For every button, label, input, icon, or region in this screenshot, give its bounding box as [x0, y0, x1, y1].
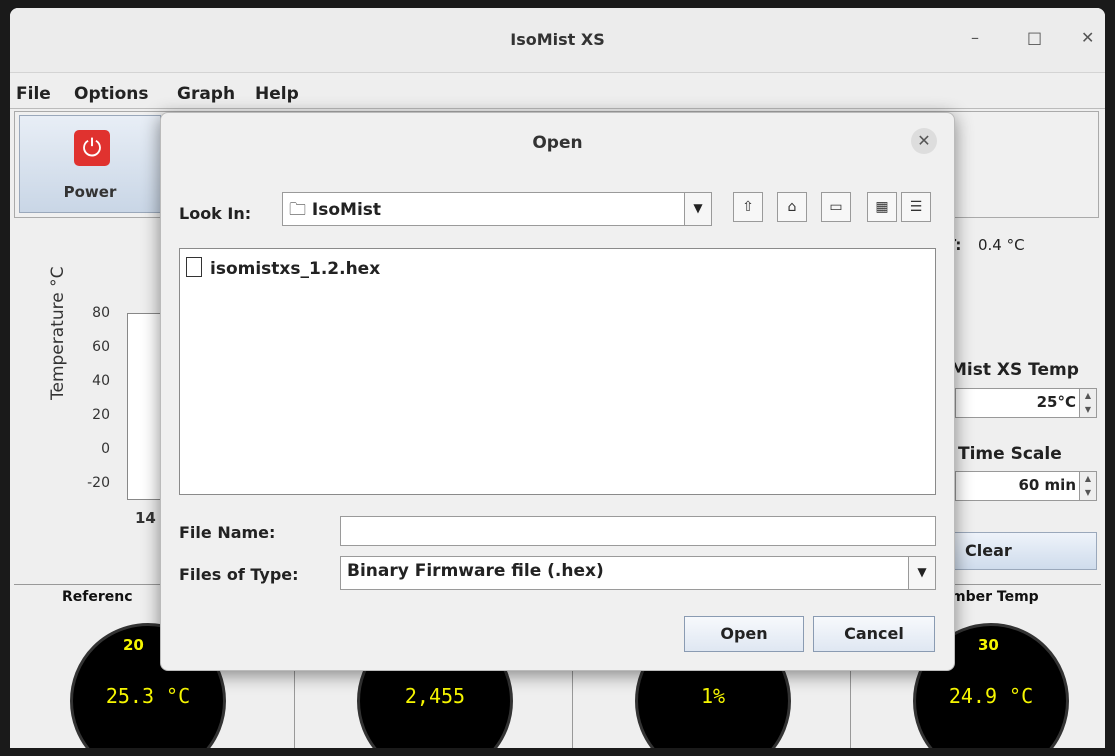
- files-of-type-label: Files of Type:: [179, 565, 299, 584]
- dialog-close-icon[interactable]: ✕: [911, 128, 937, 154]
- list-item[interactable]: isomistxs_1.2.hex: [186, 257, 380, 279]
- title-bar: IsoMist XS – □ ✕: [10, 8, 1105, 73]
- files-of-type-combo[interactable]: Binary Firmware file (.hex) ▼: [340, 556, 936, 590]
- power-label: Power: [63, 183, 117, 201]
- y-tick: 80: [92, 305, 110, 321]
- file-icon: [186, 257, 202, 277]
- chevron-down-icon[interactable]: ▼: [908, 557, 935, 589]
- y-axis-label: Temperature °C: [48, 266, 68, 400]
- gauge-value: 1%: [700, 684, 726, 708]
- spinner-arrows-icon[interactable]: ▲ ▼: [1079, 472, 1096, 500]
- minimize-icon[interactable]: –: [971, 28, 979, 47]
- files-of-type-value: Binary Firmware file (.hex): [347, 561, 604, 581]
- y-tick: 0: [101, 441, 110, 457]
- gauge-tick: 30: [978, 636, 999, 654]
- y-tick: 40: [92, 373, 110, 389]
- new-folder-icon[interactable]: ▭: [821, 192, 851, 222]
- menu-graph[interactable]: Graph: [177, 84, 235, 104]
- menu-file[interactable]: File: [16, 84, 51, 104]
- x-tick: 14: [135, 509, 156, 527]
- cancel-button[interactable]: Cancel: [813, 616, 935, 652]
- clear-button[interactable]: Clear: [950, 532, 1097, 570]
- home-icon[interactable]: ⌂: [777, 192, 807, 222]
- chevron-down-icon[interactable]: ▼: [684, 193, 711, 225]
- close-icon[interactable]: ✕: [1081, 28, 1094, 47]
- y-tick: 60: [92, 339, 110, 355]
- menu-options[interactable]: Options: [74, 84, 148, 104]
- menu-help[interactable]: Help: [255, 84, 299, 104]
- setpoint-label: Mist XS Temp: [950, 360, 1079, 380]
- gauge-value: 25.3 °C: [105, 684, 191, 708]
- window-title: IsoMist XS: [510, 30, 605, 49]
- open-file-dialog: Open ✕ Look In: 🗀 IsoMist ▼ ⇧ ⌂ ▭ ▦ ☰ is…: [160, 112, 955, 671]
- gauge-tick: 20: [123, 636, 144, 654]
- y-tick: 20: [92, 407, 110, 423]
- gauge-value: 2,455: [404, 684, 466, 708]
- time-scale-label: Time Scale: [958, 444, 1062, 464]
- open-button[interactable]: Open: [684, 616, 804, 652]
- file-name-field[interactable]: [340, 516, 936, 546]
- maximize-icon[interactable]: □: [1027, 28, 1042, 47]
- setpoint-spinner[interactable]: 25°C ▲ ▼: [955, 388, 1097, 418]
- gauge-title: Referenc: [62, 589, 133, 605]
- power-icon: ⏻: [74, 130, 110, 166]
- time-scale-spinner[interactable]: 60 min ▲ ▼: [955, 471, 1097, 501]
- time-scale-value: 60 min: [1018, 476, 1076, 494]
- gauge-value: 24.9 °C: [948, 684, 1034, 708]
- gauge-title: mber Temp: [951, 589, 1039, 605]
- up-folder-icon[interactable]: ⇧: [733, 192, 763, 222]
- setpoint-value: 25°C: [1036, 393, 1076, 411]
- clear-label: Clear: [965, 541, 1012, 560]
- power-button[interactable]: ⏻ Power: [19, 115, 161, 213]
- look-in-label: Look In:: [179, 204, 252, 223]
- file-name-label: File Name:: [179, 523, 276, 542]
- look-in-combo[interactable]: 🗀 IsoMist ▼: [282, 192, 712, 226]
- look-in-value: 🗀 IsoMist: [289, 200, 382, 220]
- dialog-title: Open: [532, 133, 583, 153]
- menu-bar: File Options Graph Help: [10, 80, 1105, 109]
- delta-t-value: 0.4 °C: [978, 236, 1025, 254]
- list-view-icon[interactable]: ▦: [867, 192, 897, 222]
- spinner-arrows-icon[interactable]: ▲ ▼: [1079, 389, 1096, 417]
- details-view-icon[interactable]: ☰: [901, 192, 931, 222]
- y-tick: -20: [87, 475, 110, 491]
- file-list: isomistxs_1.2.hex: [179, 248, 936, 495]
